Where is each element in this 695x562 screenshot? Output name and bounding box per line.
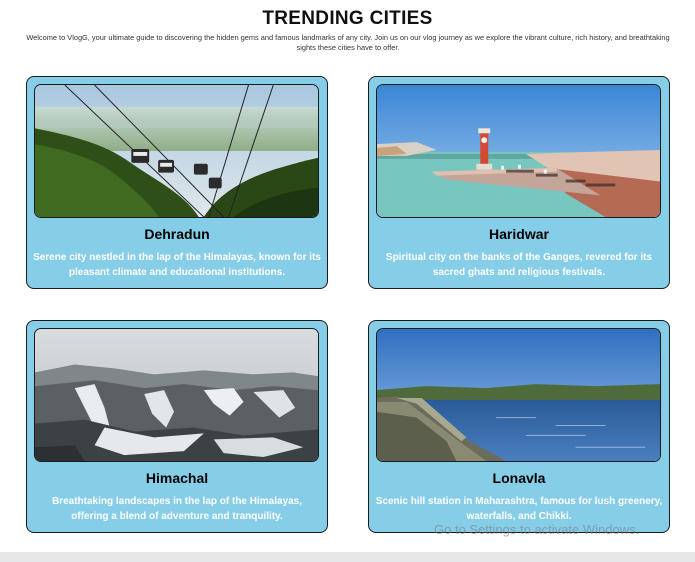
- city-card-dehradun[interactable]: Dehradun Serene city nestled in the lap …: [26, 76, 328, 289]
- city-name: Himachal: [145, 470, 209, 486]
- city-description: Serene city nestled in the lap of the Hi…: [33, 252, 321, 278]
- snowy-mountains-photo[interactable]: [34, 328, 319, 462]
- ropeway-cable-car-photo[interactable]: [34, 84, 319, 218]
- city-name: Lonavla: [492, 470, 546, 486]
- city-description: Scenic hill station in Maharashtra, famo…: [375, 496, 663, 522]
- activate-windows-watermark: Go to Settings to activate Windows.: [434, 522, 640, 537]
- bottom-scroll-area: [0, 552, 695, 562]
- city-card-lonavla[interactable]: Lonavla Scenic hill station in Maharasht…: [368, 320, 670, 533]
- page-title: TRENDING CITIES: [262, 8, 433, 29]
- lake-dam-wall-photo[interactable]: [376, 328, 661, 462]
- city-name: Dehradun: [144, 226, 210, 242]
- city-card-himachal[interactable]: Himachal Breathtaking landscapes in the …: [26, 320, 328, 533]
- city-name: Haridwar: [489, 226, 549, 242]
- city-description: Breathtaking landscapes in the lap of th…: [51, 496, 303, 522]
- city-card-haridwar[interactable]: Haridwar Spiritual city on the banks of …: [368, 76, 670, 289]
- city-description: Spiritual city on the banks of the Gange…: [385, 252, 653, 278]
- intro-text: Welcome to VlogG, your ultimate guide to…: [26, 33, 670, 52]
- river-ghat-clock-tower-photo[interactable]: [376, 84, 661, 218]
